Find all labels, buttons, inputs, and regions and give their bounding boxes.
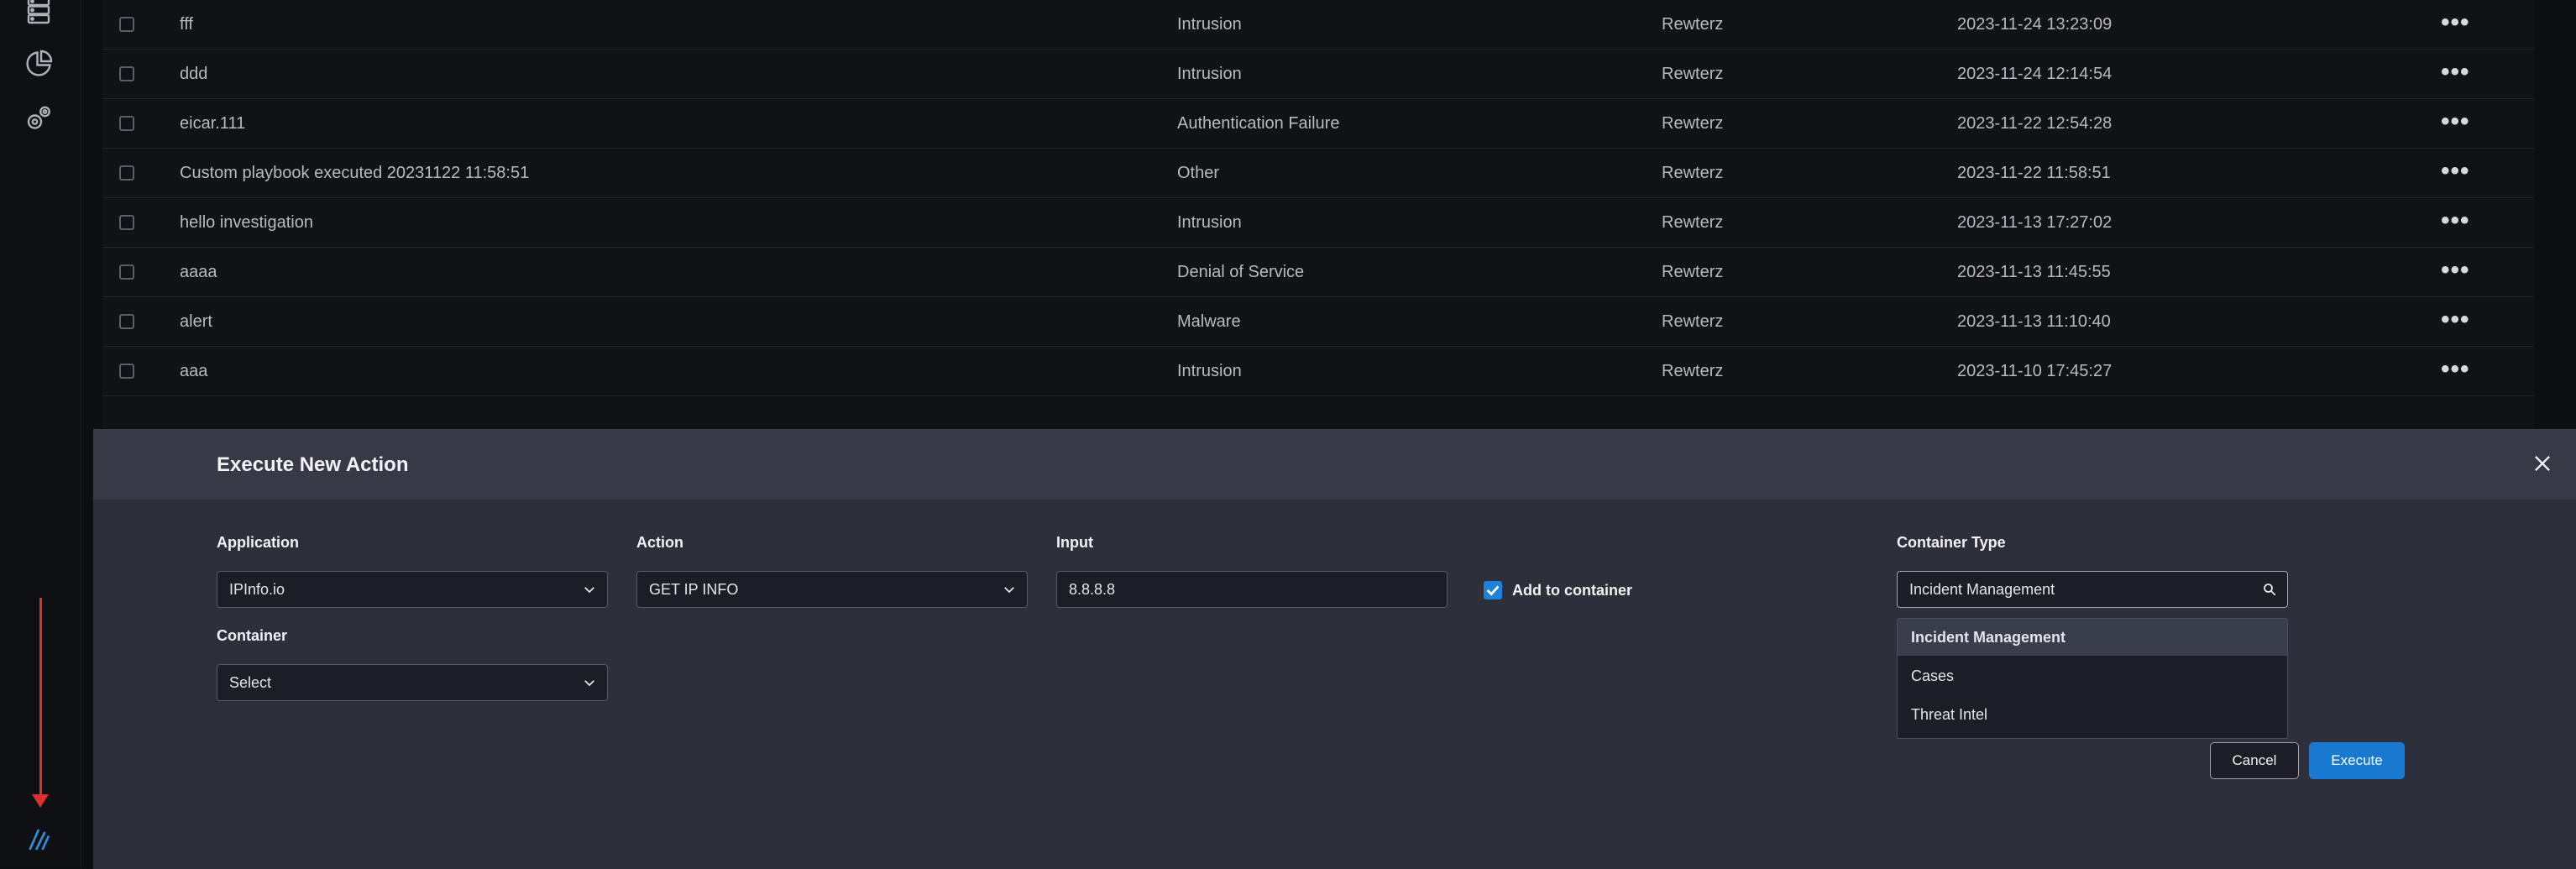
database-icon[interactable] bbox=[24, 0, 54, 25]
row-date: 2023-11-13 11:10:40 bbox=[1957, 312, 2111, 331]
container-value: Select bbox=[229, 674, 272, 691]
row-type: Intrusion bbox=[1177, 213, 1242, 232]
more-options-icon[interactable]: ••• bbox=[2441, 297, 2470, 343]
table-row[interactable]: aaa Intrusion Rewterz 2023-11-10 17:45:27 ••… bbox=[102, 347, 2534, 396]
row-date: 2023-11-13 17:27:02 bbox=[1957, 213, 2113, 232]
dropdown-option[interactable]: Cases bbox=[1898, 657, 2287, 694]
row-name: Custom playbook executed 20231122 11:58:… bbox=[180, 164, 530, 182]
row-checkbox[interactable] bbox=[119, 215, 134, 230]
close-icon[interactable] bbox=[2531, 452, 2554, 475]
row-owner: Rewterz bbox=[1662, 312, 1724, 331]
table-row[interactable]: hello investigation Intrusion Rewterz 2023-… bbox=[102, 198, 2534, 248]
search-icon bbox=[2262, 582, 2277, 597]
row-type: Intrusion bbox=[1177, 65, 1242, 83]
container-select[interactable]: Select bbox=[217, 664, 608, 701]
row-owner: Rewterz bbox=[1662, 15, 1724, 34]
row-owner: Rewterz bbox=[1662, 114, 1724, 133]
dropdown-option[interactable]: Incident Management bbox=[1898, 619, 2287, 656]
row-owner: Rewterz bbox=[1662, 263, 1724, 281]
container-type-dropdown: Incident Management Cases Threat Intel bbox=[1897, 618, 2288, 739]
action-value: GET IP INFO bbox=[649, 581, 739, 598]
pie-chart-icon[interactable] bbox=[24, 49, 54, 79]
more-options-icon[interactable]: ••• bbox=[2441, 0, 2470, 45]
execute-action-panel: Execute New Action Application IPInfo.io… bbox=[93, 429, 2576, 869]
more-options-icon[interactable]: ••• bbox=[2441, 198, 2470, 243]
row-date: 2023-11-24 12:14:54 bbox=[1957, 65, 2113, 83]
add-to-container-label: Add to container bbox=[1512, 582, 1632, 599]
table-row[interactable]: ddd Intrusion Rewterz 2023-11-24 12:14:54 ••… bbox=[102, 50, 2534, 99]
action-label: Action bbox=[636, 534, 683, 551]
row-name: ddd bbox=[180, 65, 208, 83]
application-select[interactable]: IPInfo.io bbox=[217, 571, 608, 608]
row-name: eicar.111 bbox=[180, 114, 246, 133]
sidebar bbox=[0, 0, 81, 868]
annotation-arrow-head bbox=[32, 794, 49, 808]
row-checkbox[interactable] bbox=[119, 17, 134, 32]
more-options-icon[interactable]: ••• bbox=[2441, 248, 2470, 293]
more-options-icon[interactable]: ••• bbox=[2441, 149, 2470, 194]
container-type-search-input[interactable]: Incident Management bbox=[1897, 571, 2288, 608]
row-date: 2023-11-13 11:45:55 bbox=[1957, 263, 2111, 281]
row-date: 2023-11-10 17:45:27 bbox=[1957, 362, 2113, 380]
row-checkbox[interactable] bbox=[119, 314, 134, 329]
row-checkbox[interactable] bbox=[119, 165, 134, 181]
table-row[interactable]: alert Malware Rewterz 2023-11-13 11:10:40 ••… bbox=[102, 297, 2534, 347]
table-row[interactable]: eicar.111 Authentication Failure Rewterz 20… bbox=[102, 99, 2534, 149]
row-owner: Rewterz bbox=[1662, 65, 1724, 83]
action-select[interactable]: GET IP INFO bbox=[636, 571, 1028, 608]
more-options-icon[interactable]: ••• bbox=[2441, 50, 2470, 95]
table-row[interactable]: Custom playbook executed 20231122 11:58:… bbox=[102, 149, 2534, 198]
row-type: Intrusion bbox=[1177, 15, 1242, 34]
input-value: 8.8.8.8 bbox=[1069, 581, 1116, 598]
row-type: Malware bbox=[1177, 312, 1241, 331]
annotation-arrow-line bbox=[39, 598, 42, 799]
row-name: alert bbox=[180, 312, 212, 331]
more-options-icon[interactable]: ••• bbox=[2441, 347, 2470, 392]
dropdown-option[interactable]: Threat Intel bbox=[1898, 696, 2287, 733]
row-name: fff bbox=[180, 15, 193, 34]
application-label: Application bbox=[217, 534, 299, 551]
row-date: 2023-11-22 11:58:51 bbox=[1957, 164, 2111, 182]
container-type-value: Incident Management bbox=[1909, 581, 2055, 598]
row-name: hello investigation bbox=[180, 213, 313, 232]
chevron-down-icon bbox=[582, 582, 597, 597]
row-owner: Rewterz bbox=[1662, 164, 1724, 182]
container-type-label: Container Type bbox=[1897, 534, 2006, 551]
settings-gears-icon[interactable] bbox=[24, 104, 54, 134]
row-checkbox[interactable] bbox=[119, 66, 134, 81]
row-owner: Rewterz bbox=[1662, 362, 1724, 380]
cancel-button[interactable]: Cancel bbox=[2210, 742, 2299, 779]
row-type: Other bbox=[1177, 164, 1220, 182]
table-row[interactable]: fff Intrusion Rewterz 2023-11-24 13:23:09 ••… bbox=[102, 0, 2534, 50]
execute-button[interactable]: Execute bbox=[2309, 742, 2405, 779]
chevron-down-icon bbox=[1002, 582, 1017, 597]
logo-icon[interactable] bbox=[24, 825, 54, 855]
table-row[interactable]: aaaa Denial of Service Rewterz 2023-11-13 1… bbox=[102, 248, 2534, 297]
chevron-down-icon bbox=[582, 675, 597, 690]
row-checkbox[interactable] bbox=[119, 364, 134, 379]
application-value: IPInfo.io bbox=[229, 581, 285, 598]
add-to-container-checkbox[interactable] bbox=[1484, 581, 1502, 599]
row-checkbox[interactable] bbox=[119, 264, 134, 280]
row-type: Intrusion bbox=[1177, 362, 1242, 380]
row-type: Authentication Failure bbox=[1177, 114, 1340, 133]
input-field[interactable]: 8.8.8.8 bbox=[1056, 571, 1448, 608]
container-label: Container bbox=[217, 627, 288, 644]
more-options-icon[interactable]: ••• bbox=[2441, 99, 2470, 144]
panel-header: Execute New Action bbox=[93, 430, 2576, 500]
row-date: 2023-11-24 13:23:09 bbox=[1957, 15, 2113, 34]
row-name: aaa bbox=[180, 362, 208, 380]
row-date: 2023-11-22 12:54:28 bbox=[1957, 114, 2113, 133]
input-label: Input bbox=[1056, 534, 1093, 551]
row-name: aaaa bbox=[180, 263, 217, 281]
row-type: Denial of Service bbox=[1177, 263, 1305, 281]
row-checkbox[interactable] bbox=[119, 116, 134, 131]
panel-title: Execute New Action bbox=[217, 453, 409, 476]
row-owner: Rewterz bbox=[1662, 213, 1724, 232]
